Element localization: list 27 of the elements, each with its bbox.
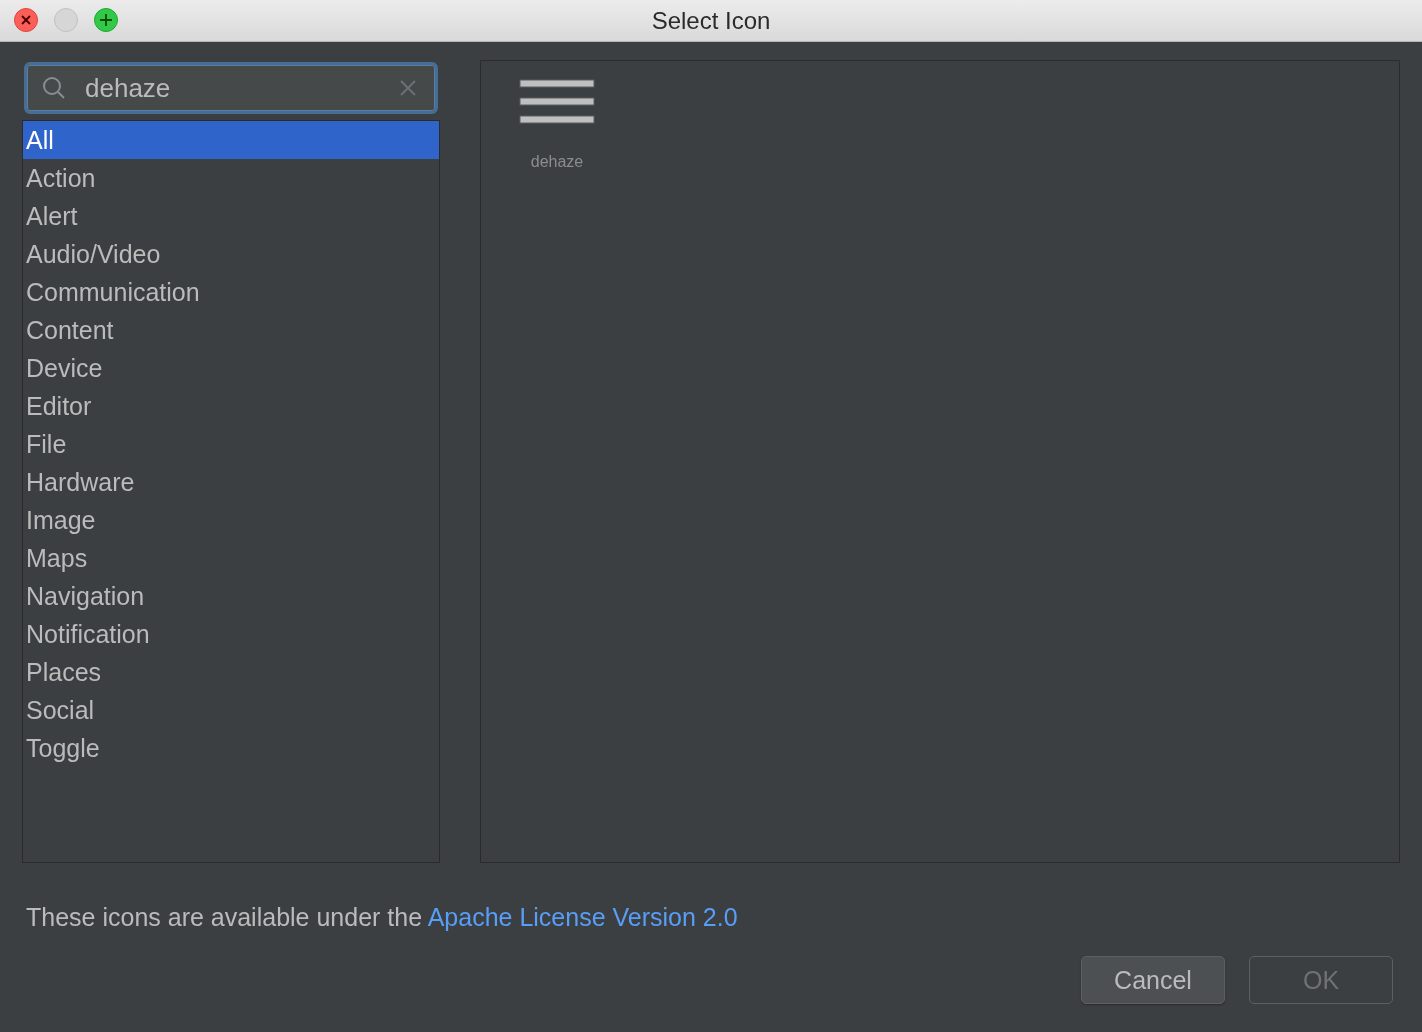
category-item[interactable]: Hardware [23, 463, 439, 501]
category-item[interactable]: Action [23, 159, 439, 197]
category-item[interactable]: Communication [23, 273, 439, 311]
license-note: These icons are available under the Apache License Version 2.0 [26, 903, 739, 932]
category-item[interactable]: Places [23, 653, 439, 691]
zoom-icon[interactable] [94, 8, 118, 32]
category-item[interactable]: Social [23, 691, 439, 729]
category-item[interactable]: Notification [23, 615, 439, 653]
category-item[interactable]: All [23, 121, 439, 159]
category-item[interactable]: Image [23, 501, 439, 539]
close-icon[interactable] [14, 8, 38, 32]
category-item[interactable]: Audio/Video [23, 235, 439, 273]
category-item[interactable]: Maps [23, 539, 439, 577]
category-item[interactable]: Editor [23, 387, 439, 425]
dialog-button[interactable]: Cancel [1081, 956, 1225, 1004]
icon-label: dehaze [530, 153, 584, 171]
category-item[interactable]: Toggle [23, 729, 439, 767]
menu-icon[interactable] [519, 79, 595, 127]
license-link[interactable]: Apache License Version 2.0 [427, 903, 738, 931]
category-item[interactable]: File [23, 425, 439, 463]
window-title: Select Icon [651, 6, 771, 35]
search-field[interactable]: dehaze [24, 62, 438, 114]
category-item[interactable]: Navigation [23, 577, 439, 615]
category-item[interactable]: Content [23, 311, 439, 349]
search-icon [41, 75, 67, 101]
category-item[interactable]: Device [23, 349, 439, 387]
category-item[interactable]: Alert [23, 197, 439, 235]
